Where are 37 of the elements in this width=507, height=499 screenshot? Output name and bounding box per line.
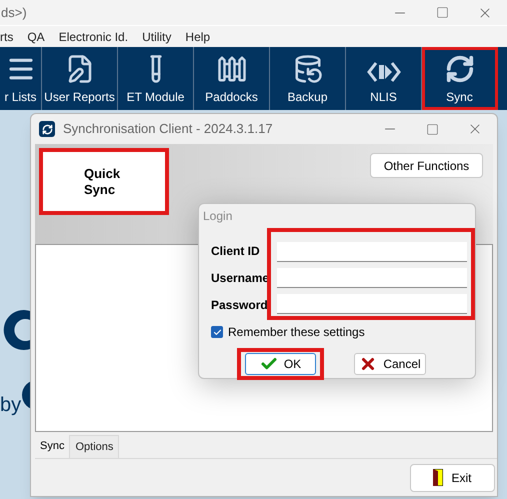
maximize-icon[interactable]: [436, 6, 449, 19]
text-field[interactable]: [277, 268, 467, 288]
tab[interactable]: Options: [69, 435, 120, 458]
toolbar-button[interactable]: User Reports: [42, 47, 118, 110]
text-field[interactable]: [277, 242, 467, 262]
menu-item[interactable]: Electronic Id.: [58, 28, 128, 46]
fence-icon: [216, 54, 246, 84]
other-functions-button[interactable]: Other Functions: [370, 153, 483, 178]
toolbar-button[interactable]: ET Module: [118, 47, 194, 110]
dialog-title: Login: [202, 208, 234, 225]
menu-item[interactable]: Utility: [142, 28, 172, 46]
toolbar-button[interactable]: Sync: [422, 47, 498, 110]
field-label: Password: [211, 297, 268, 314]
app-icon: [39, 121, 55, 137]
field-label: Username: [211, 270, 270, 287]
menu-item[interactable]: rts: [0, 28, 14, 46]
maximize-icon[interactable]: [426, 122, 439, 136]
toolbar-button[interactable]: r Lists: [0, 47, 42, 110]
text-field[interactable]: [277, 294, 467, 314]
exit-button[interactable]: Exit: [410, 464, 495, 492]
quick-sync-button[interactable]: Quick Sync: [39, 148, 169, 215]
menu-item[interactable]: Help: [185, 28, 210, 46]
menu-item[interactable]: QA: [27, 28, 45, 46]
dialog-button[interactable]: OK: [237, 348, 324, 380]
window-title: Synchronisation Client - 2024.3.1.17: [63, 120, 273, 138]
background-text: by: [0, 393, 22, 418]
toolbar-button[interactable]: NLIS: [346, 47, 422, 110]
toolbar-button[interactable]: Backup: [270, 47, 346, 110]
database-icon: [292, 54, 322, 84]
sync-icon: [444, 54, 474, 84]
door-icon: [433, 469, 444, 486]
field-label: Client ID: [211, 243, 260, 260]
checkbox-label: Remember these settings: [228, 324, 365, 341]
window-title: ds>): [0, 4, 27, 22]
toolbar-button[interactable]: Paddocks: [194, 47, 270, 110]
code-arrows-icon: [366, 60, 400, 84]
checkbox[interactable]: [211, 326, 223, 338]
